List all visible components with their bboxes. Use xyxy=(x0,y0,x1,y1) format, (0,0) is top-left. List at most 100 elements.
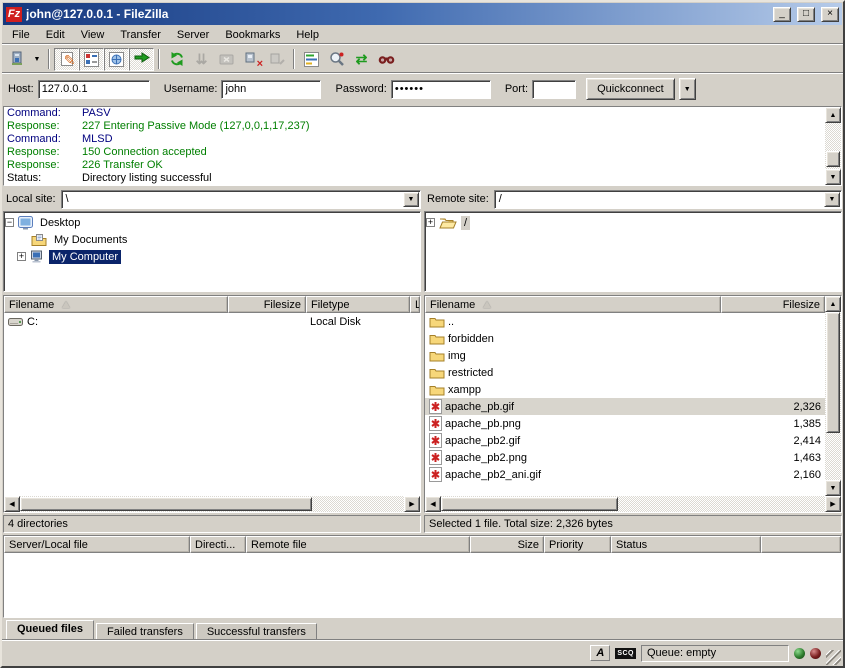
remote-row-file[interactable]: apache_pb2.png 1,463 xyxy=(425,449,825,466)
scroll-down-icon[interactable]: ▼ xyxy=(825,169,841,185)
remote-row-folder[interactable]: img xyxy=(425,347,825,364)
minimize-button[interactable]: _ xyxy=(773,7,791,22)
scroll-right-icon[interactable]: ▶ xyxy=(825,496,841,512)
scroll-thumb[interactable] xyxy=(20,497,312,511)
chevron-down-icon[interactable]: ▼ xyxy=(824,192,840,207)
port-input[interactable] xyxy=(532,80,576,99)
column-header-filetype[interactable]: Filetype xyxy=(306,296,410,313)
remote-horizontal-scrollbar[interactable]: ◀ ▶ xyxy=(425,496,841,512)
speed-limits-icon[interactable]: SCQ xyxy=(615,648,636,659)
site-manager-dropdown[interactable]: ▼ xyxy=(30,48,44,71)
menu-transfer[interactable]: Transfer xyxy=(112,27,169,43)
tree-item-root[interactable]: + / xyxy=(426,214,840,231)
local-site-combo[interactable]: \ ▼ xyxy=(61,190,421,209)
filezilla-window: Fz john@127.0.0.1 - FileZilla _ □ × File… xyxy=(0,0,845,668)
menu-server[interactable]: Server xyxy=(169,27,217,43)
menu-edit[interactable]: Edit xyxy=(38,27,73,43)
scroll-up-icon[interactable]: ▲ xyxy=(825,296,841,312)
remote-site-value: / xyxy=(499,193,502,205)
local-row-c-drive[interactable]: C: Local Disk xyxy=(4,313,420,330)
toggle-message-log-button[interactable]: ✎ xyxy=(54,48,79,71)
transfer-queue: Server/Local file Directi... Remote file… xyxy=(3,535,842,618)
tree-item-my-computer[interactable]: + My Computer xyxy=(5,248,419,265)
directory-comparison-button[interactable] xyxy=(324,48,349,71)
expand-icon[interactable]: + xyxy=(17,252,26,261)
column-header-priority[interactable]: Priority xyxy=(544,536,611,553)
remote-tree: + / xyxy=(424,211,842,292)
column-header-filename[interactable]: Filename xyxy=(425,296,721,313)
find-files-button[interactable] xyxy=(374,48,399,71)
scroll-thumb[interactable] xyxy=(826,151,840,167)
site-manager-button[interactable] xyxy=(5,48,30,71)
refresh-button[interactable] xyxy=(164,48,189,71)
maximize-button[interactable]: □ xyxy=(797,7,815,22)
synchronized-browsing-button[interactable]: ⇄ xyxy=(349,48,374,71)
tab-successful-transfers[interactable]: Successful transfers xyxy=(196,623,317,640)
disconnect-button[interactable]: × xyxy=(239,48,264,71)
local-horizontal-scrollbar[interactable]: ◀ ▶ xyxy=(4,496,420,512)
toggle-transfer-queue-button[interactable] xyxy=(129,48,154,71)
collapse-icon[interactable]: − xyxy=(5,218,14,227)
reconnect-button[interactable] xyxy=(264,48,289,71)
remote-row-folder[interactable]: forbidden xyxy=(425,330,825,347)
menu-bookmarks[interactable]: Bookmarks xyxy=(217,27,288,43)
toggle-local-tree-button[interactable] xyxy=(79,48,104,71)
menu-help[interactable]: Help xyxy=(288,27,327,43)
process-queue-button[interactable]: ⇊ xyxy=(189,48,214,71)
scroll-up-icon[interactable]: ▲ xyxy=(825,107,841,123)
local-status: 4 directories xyxy=(3,515,421,533)
local-pane: Local site: \ ▼ − Desktop xyxy=(3,189,421,533)
remote-row-parent-dir[interactable]: .. xyxy=(425,313,825,330)
remote-row-folder[interactable]: xampp xyxy=(425,381,825,398)
close-button[interactable]: × xyxy=(821,7,839,22)
log-scrollbar[interactable]: ▲ ▼ xyxy=(825,107,841,185)
column-header-server-local-file[interactable]: Server/Local file xyxy=(4,536,190,553)
column-header-remote-file[interactable]: Remote file xyxy=(246,536,470,553)
remote-row-file[interactable]: apache_pb.png 1,385 xyxy=(425,415,825,432)
chevron-down-icon[interactable]: ▼ xyxy=(403,192,419,207)
column-header-status[interactable]: Status xyxy=(611,536,761,553)
reconnect-icon xyxy=(269,52,285,67)
quickconnect-button[interactable]: Quickconnect xyxy=(586,78,675,100)
log-line: Response:226 Transfer OK xyxy=(4,159,841,172)
tab-queued-files[interactable]: Queued files xyxy=(6,620,94,640)
column-header-filesize[interactable]: Filesize xyxy=(721,296,825,313)
remote-row-folder[interactable]: restricted xyxy=(425,364,825,381)
toggle-remote-tree-button[interactable] xyxy=(104,48,129,71)
local-file-list: Filename Filesize Filetype L C: xyxy=(3,295,421,513)
scroll-thumb[interactable] xyxy=(441,497,618,511)
menu-view[interactable]: View xyxy=(73,27,113,43)
scroll-left-icon[interactable]: ◀ xyxy=(425,496,441,512)
remote-row-file[interactable]: apache_pb2_ani.gif 2,160 xyxy=(425,466,825,483)
column-header-filesize[interactable]: Filesize xyxy=(228,296,306,313)
scroll-down-icon[interactable]: ▼ xyxy=(825,480,841,496)
remote-row-file-selected[interactable]: apache_pb.gif 2,326 xyxy=(425,398,825,415)
log-line: Command:MLSD xyxy=(4,133,841,146)
username-input[interactable] xyxy=(221,80,321,99)
activity-indicator-red xyxy=(810,648,821,659)
tab-failed-transfers[interactable]: Failed transfers xyxy=(96,623,194,640)
transfer-type-icon[interactable]: A xyxy=(590,645,610,661)
expand-icon[interactable]: + xyxy=(426,218,435,227)
scroll-thumb[interactable] xyxy=(826,312,840,433)
directory-listing-filters-button[interactable] xyxy=(299,48,324,71)
remote-vertical-scrollbar[interactable]: ▲ ▼ xyxy=(825,296,841,496)
column-header-direction[interactable]: Directi... xyxy=(190,536,246,553)
tree-item-my-documents[interactable]: My Documents xyxy=(5,231,419,248)
local-site-row: Local site: \ ▼ xyxy=(3,189,421,209)
password-input[interactable] xyxy=(391,80,491,99)
scroll-left-icon[interactable]: ◀ xyxy=(4,496,20,512)
remote-row-file[interactable]: apache_pb2.gif 2,414 xyxy=(425,432,825,449)
scroll-right-icon[interactable]: ▶ xyxy=(404,496,420,512)
remote-site-combo[interactable]: / ▼ xyxy=(494,190,842,209)
column-header-last-modified[interactable]: L xyxy=(410,296,420,313)
toolbar-separator xyxy=(158,49,160,69)
cancel-operation-button[interactable] xyxy=(214,48,239,71)
quickconnect-dropdown[interactable]: ▼ xyxy=(679,78,696,100)
host-input[interactable] xyxy=(38,80,150,99)
column-header-filename[interactable]: Filename xyxy=(4,296,228,313)
column-header-size[interactable]: Size xyxy=(470,536,544,553)
resize-grip[interactable] xyxy=(826,650,841,665)
tree-item-desktop[interactable]: − Desktop xyxy=(5,214,419,231)
menu-file[interactable]: File xyxy=(4,27,38,43)
